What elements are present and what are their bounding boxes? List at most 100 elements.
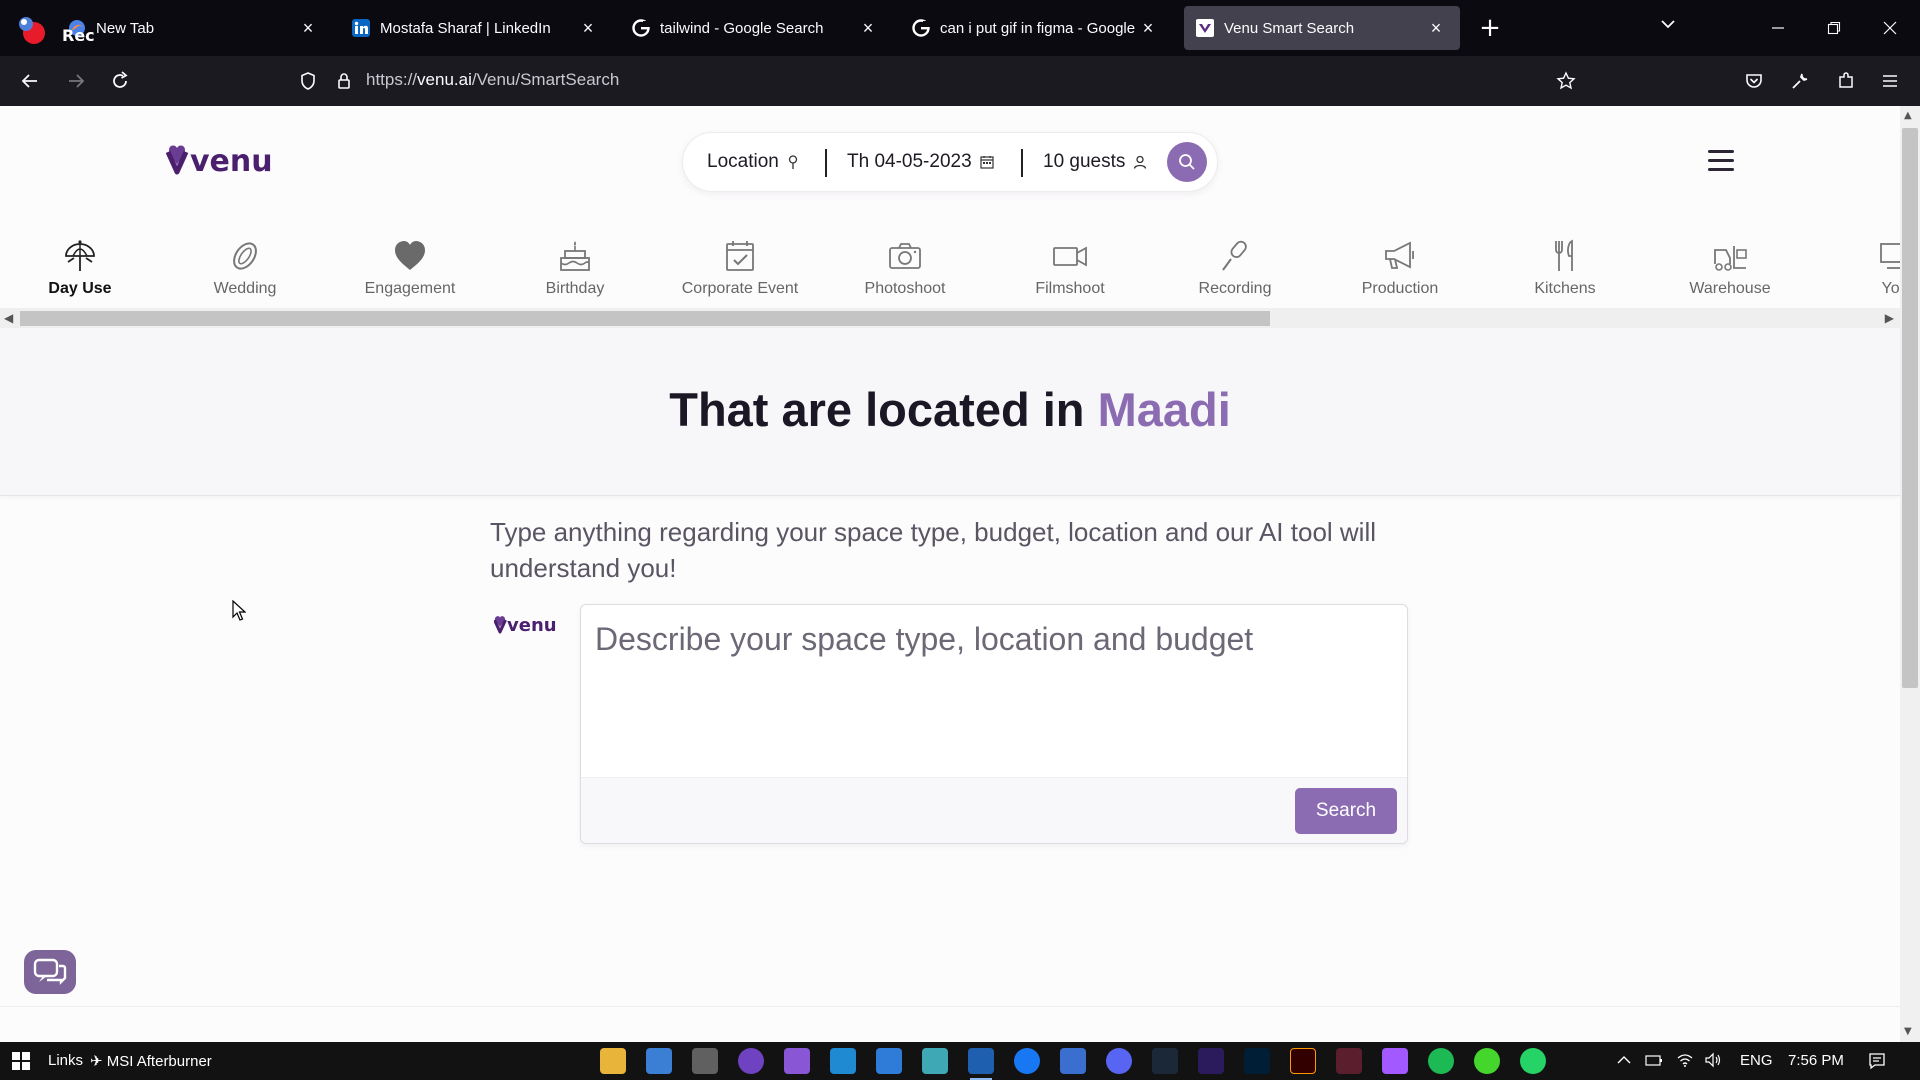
- app-menu-icon[interactable]: [1874, 65, 1906, 97]
- illustrator-icon[interactable]: [1290, 1048, 1316, 1074]
- page-vertical-scrollbar[interactable]: ▲ ▼: [1900, 106, 1920, 1042]
- venu-mini-logo: venu: [494, 612, 558, 636]
- scroll-right-icon[interactable]: ▶: [1885, 311, 1894, 325]
- category-production[interactable]: Production: [1320, 226, 1480, 318]
- smart-search-description: Type anything regarding your space type,…: [490, 517, 1377, 583]
- smart-search-box[interactable]: Describe your space type, location and b…: [580, 604, 1408, 844]
- category-horizontal-scrollbar[interactable]: ◀ ▶: [0, 308, 1900, 328]
- mail-icon[interactable]: [876, 1048, 902, 1074]
- wrench-icon[interactable]: [1784, 65, 1816, 97]
- scrollbar-thumb[interactable]: [20, 311, 1270, 326]
- visual-studio-icon[interactable]: [784, 1048, 810, 1074]
- steam-icon[interactable]: [1152, 1048, 1178, 1074]
- figma-icon[interactable]: [1382, 1048, 1408, 1074]
- extensions-icon[interactable]: [1830, 65, 1862, 97]
- close-tab-icon[interactable]: ×: [1136, 16, 1160, 40]
- facebook-icon[interactable]: [1014, 1048, 1040, 1074]
- vectornator-icon[interactable]: [1336, 1048, 1362, 1074]
- category-engagement[interactable]: Engagement: [330, 226, 490, 318]
- date-selector[interactable]: Th 04-05-2023: [847, 151, 994, 173]
- forward-button[interactable]: [60, 65, 92, 97]
- category-warehouse[interactable]: Warehouse: [1650, 226, 1810, 318]
- hero-title-prefix: That are located in: [669, 383, 1098, 436]
- search-submit-button[interactable]: [1167, 142, 1207, 182]
- tray-chevron-up-icon[interactable]: [1616, 1052, 1632, 1068]
- reload-button[interactable]: [104, 65, 136, 97]
- category-filmshoot[interactable]: Filmshoot: [990, 226, 1150, 318]
- clock[interactable]: 7:56 PM: [1788, 1052, 1844, 1069]
- guests-selector[interactable]: 10 guests: [1043, 151, 1147, 173]
- chat-bubble-icon: [33, 958, 67, 985]
- restore-window-button[interactable]: [1818, 12, 1850, 44]
- volume-icon[interactable]: [1704, 1052, 1722, 1068]
- close-window-button[interactable]: [1874, 12, 1906, 44]
- unity-icon[interactable]: [692, 1048, 718, 1074]
- taskbar-msi-afterburner[interactable]: ✈ MSI Afterburner: [90, 1052, 212, 1070]
- photoshop-icon[interactable]: [1244, 1048, 1270, 1074]
- taskbar-links-toolbar[interactable]: Links: [48, 1052, 83, 1069]
- notifications-icon[interactable]: [1868, 1052, 1886, 1070]
- tab-title: can i put gif in figma - Google S: [940, 19, 1136, 37]
- wifi-icon[interactable]: [1676, 1052, 1694, 1068]
- tab-linkedin[interactable]: Mostafa Sharaf | LinkedIn ×: [340, 6, 612, 50]
- category-corporate-event[interactable]: Corporate Event: [660, 226, 820, 318]
- close-tab-icon[interactable]: ×: [296, 16, 320, 40]
- tab-new-tab[interactable]: New Tab ×: [56, 6, 332, 50]
- spotify-icon[interactable]: [1428, 1048, 1454, 1074]
- scroll-up-icon[interactable]: ▲: [1904, 110, 1916, 122]
- lock-icon[interactable]: [328, 65, 360, 97]
- venu-logo-mark: venu: [166, 144, 273, 178]
- language-indicator[interactable]: ENG: [1740, 1052, 1773, 1069]
- app-icon[interactable]: [922, 1048, 948, 1074]
- category-photoshoot[interactable]: Photoshoot: [825, 226, 985, 318]
- hamburger-menu-icon[interactable]: [1708, 150, 1734, 172]
- location-label: Location: [707, 151, 779, 172]
- scroll-left-icon[interactable]: ◀: [4, 311, 13, 325]
- category-label: Kitchens: [1534, 280, 1596, 297]
- battery-icon[interactable]: [1644, 1052, 1664, 1068]
- firefox-taskbar-icon[interactable]: [968, 1048, 994, 1080]
- whatsapp-icon[interactable]: [1520, 1048, 1546, 1074]
- category-yoga[interactable]: Yog: [1815, 226, 1900, 318]
- github-desktop-icon[interactable]: [738, 1048, 764, 1074]
- category-birthday[interactable]: Birthday: [495, 226, 655, 318]
- close-tab-icon[interactable]: ×: [856, 16, 880, 40]
- search-button[interactable]: Search: [1295, 788, 1397, 834]
- category-recording[interactable]: Recording: [1155, 226, 1315, 318]
- windows-start-icon[interactable]: [12, 1052, 30, 1070]
- category-kitchens[interactable]: Kitchens: [1485, 226, 1645, 318]
- tab-tailwind-search[interactable]: tailwind - Google Search ×: [620, 6, 892, 50]
- tab-title: New Tab: [96, 19, 155, 37]
- venu-logo[interactable]: venu: [166, 140, 276, 178]
- scroll-down-icon[interactable]: ▼: [1904, 1026, 1916, 1038]
- vscode-icon[interactable]: [830, 1048, 856, 1074]
- shield-icon[interactable]: [292, 65, 324, 97]
- category-wedding[interactable]: Wedding: [165, 226, 325, 318]
- smart-search-input[interactable]: Describe your space type, location and b…: [595, 621, 1253, 658]
- store-icon[interactable]: [646, 1048, 672, 1074]
- smart-search-footer: Search: [581, 777, 1407, 843]
- category-label: Birthday: [545, 280, 605, 297]
- bookmark-star-icon[interactable]: [1550, 65, 1582, 97]
- file-explorer-icon[interactable]: [600, 1048, 626, 1074]
- category-day-use[interactable]: Day Use: [0, 226, 160, 318]
- category-label: Wedding: [213, 280, 277, 297]
- location-selector[interactable]: Location: [707, 151, 799, 173]
- pocket-icon[interactable]: [1738, 65, 1770, 97]
- razer-icon[interactable]: [1474, 1048, 1500, 1074]
- tab-figma-search[interactable]: can i put gif in figma - Google S ×: [900, 6, 1172, 50]
- url-bar[interactable]: https://venu.ai/Venu/SmartSearch: [366, 70, 619, 90]
- scrollbar-thumb[interactable]: [1902, 128, 1918, 688]
- new-tab-button[interactable]: +: [1474, 12, 1506, 44]
- close-tab-icon[interactable]: ×: [576, 16, 600, 40]
- map-pin-icon: [788, 155, 797, 169]
- tab-venu-smart-search[interactable]: Venu Smart Search ×: [1184, 6, 1460, 50]
- chat-support-button[interactable]: [24, 950, 76, 994]
- chevron-down-icon[interactable]: [1658, 14, 1678, 34]
- discord-icon[interactable]: [1106, 1048, 1132, 1074]
- minimize-window-button[interactable]: [1762, 12, 1794, 44]
- arc-icon[interactable]: [1060, 1048, 1086, 1074]
- premiere-icon[interactable]: [1198, 1048, 1224, 1074]
- back-button[interactable]: [14, 65, 46, 97]
- close-tab-icon[interactable]: ×: [1424, 16, 1448, 40]
